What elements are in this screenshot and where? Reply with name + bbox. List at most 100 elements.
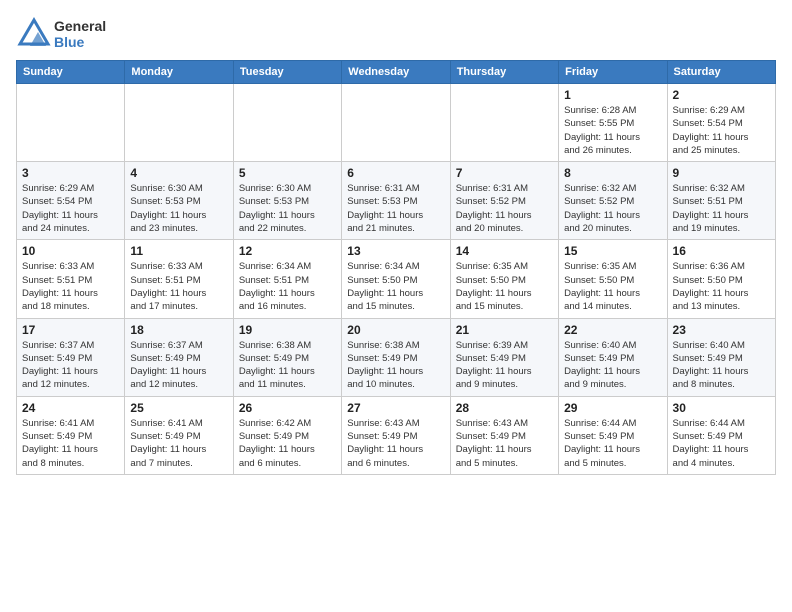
- logo: General Blue: [16, 16, 106, 52]
- day-info: Sunrise: 6:31 AM Sunset: 5:52 PM Dayligh…: [456, 182, 553, 235]
- calendar-day-cell: 14 Sunrise: 6:35 AM Sunset: 5:50 PM Dayli…: [450, 240, 558, 318]
- calendar-day-cell: 9 Sunrise: 6:32 AM Sunset: 5:51 PM Daylig…: [667, 162, 775, 240]
- day-info: Sunrise: 6:41 AM Sunset: 5:49 PM Dayligh…: [22, 417, 119, 470]
- calendar-day-cell: 11Sunrise: 6:33 AM Sunset: 5:51 PM Dayli…: [125, 240, 233, 318]
- day-number: 25: [130, 401, 227, 415]
- logo-blue-text: Blue: [54, 34, 106, 50]
- day-info: Sunrise: 6:43 AM Sunset: 5:49 PM Dayligh…: [347, 417, 444, 470]
- day-info: Sunrise: 6:44 AM Sunset: 5:49 PM Dayligh…: [564, 417, 661, 470]
- day-number: 17: [22, 323, 119, 337]
- calendar-day-cell: 27 Sunrise: 6:43 AM Sunset: 5:49 PM Dayli…: [342, 396, 450, 474]
- calendar-day-cell: 15Sunrise: 6:35 AM Sunset: 5:50 PM Dayli…: [559, 240, 667, 318]
- day-info: Sunrise: 6:43 AM Sunset: 5:49 PM Dayligh…: [456, 417, 553, 470]
- calendar-week-row: 24 Sunrise: 6:41 AM Sunset: 5:49 PM Dayli…: [17, 396, 776, 474]
- calendar-week-row: 1 Sunrise: 6:28 AM Sunset: 5:55 PM Daylig…: [17, 84, 776, 162]
- day-info: Sunrise: 6:36 AM Sunset: 5:50 PM Dayligh…: [673, 260, 770, 313]
- calendar-day-cell: 4 Sunrise: 6:30 AM Sunset: 5:53 PM Daylig…: [125, 162, 233, 240]
- day-info: Sunrise: 6:40 AM Sunset: 5:49 PM Dayligh…: [673, 339, 770, 392]
- calendar-day-cell: [17, 84, 125, 162]
- weekday-header-friday: Friday: [559, 61, 667, 84]
- day-number: 24: [22, 401, 119, 415]
- weekday-header-tuesday: Tuesday: [233, 61, 341, 84]
- logo-general-text: General: [54, 18, 106, 34]
- calendar-day-cell: 23 Sunrise: 6:40 AM Sunset: 5:49 PM Dayli…: [667, 318, 775, 396]
- day-info: Sunrise: 6:41 AM Sunset: 5:49 PM Dayligh…: [130, 417, 227, 470]
- day-info: Sunrise: 6:42 AM Sunset: 5:49 PM Dayligh…: [239, 417, 336, 470]
- day-number: 15: [564, 244, 661, 258]
- calendar-day-cell: [233, 84, 341, 162]
- calendar-day-cell: 16 Sunrise: 6:36 AM Sunset: 5:50 PM Dayli…: [667, 240, 775, 318]
- calendar-day-cell: 10Sunrise: 6:33 AM Sunset: 5:51 PM Dayli…: [17, 240, 125, 318]
- day-number: 1: [564, 88, 661, 102]
- day-info: Sunrise: 6:37 AM Sunset: 5:49 PM Dayligh…: [130, 339, 227, 392]
- day-number: 3: [22, 166, 119, 180]
- day-number: 26: [239, 401, 336, 415]
- day-number: 12: [239, 244, 336, 258]
- day-info: Sunrise: 6:28 AM Sunset: 5:55 PM Dayligh…: [564, 104, 661, 157]
- day-number: 22: [564, 323, 661, 337]
- calendar-day-cell: 25 Sunrise: 6:41 AM Sunset: 5:49 PM Dayli…: [125, 396, 233, 474]
- page-header: General Blue: [16, 16, 776, 52]
- calendar-table: SundayMondayTuesdayWednesdayThursdayFrid…: [16, 60, 776, 475]
- day-info: Sunrise: 6:37 AM Sunset: 5:49 PM Dayligh…: [22, 339, 119, 392]
- day-number: 19: [239, 323, 336, 337]
- calendar-day-cell: 19 Sunrise: 6:38 AM Sunset: 5:49 PM Dayli…: [233, 318, 341, 396]
- day-number: 4: [130, 166, 227, 180]
- weekday-header-thursday: Thursday: [450, 61, 558, 84]
- calendar-day-cell: 1 Sunrise: 6:28 AM Sunset: 5:55 PM Daylig…: [559, 84, 667, 162]
- calendar-day-cell: 8Sunrise: 6:32 AM Sunset: 5:52 PM Daylig…: [559, 162, 667, 240]
- day-info: Sunrise: 6:38 AM Sunset: 5:49 PM Dayligh…: [347, 339, 444, 392]
- day-info: Sunrise: 6:29 AM Sunset: 5:54 PM Dayligh…: [673, 104, 770, 157]
- day-info: Sunrise: 6:30 AM Sunset: 5:53 PM Dayligh…: [239, 182, 336, 235]
- calendar-day-cell: [125, 84, 233, 162]
- day-number: 7: [456, 166, 553, 180]
- calendar-day-cell: 5 Sunrise: 6:30 AM Sunset: 5:53 PM Daylig…: [233, 162, 341, 240]
- day-info: Sunrise: 6:33 AM Sunset: 5:51 PM Dayligh…: [130, 260, 227, 313]
- day-number: 18: [130, 323, 227, 337]
- calendar-day-cell: 18 Sunrise: 6:37 AM Sunset: 5:49 PM Dayli…: [125, 318, 233, 396]
- day-number: 9: [673, 166, 770, 180]
- logo-icon: [16, 16, 52, 52]
- calendar-day-cell: 3 Sunrise: 6:29 AM Sunset: 5:54 PM Daylig…: [17, 162, 125, 240]
- day-info: Sunrise: 6:33 AM Sunset: 5:51 PM Dayligh…: [22, 260, 119, 313]
- calendar-week-row: 3 Sunrise: 6:29 AM Sunset: 5:54 PM Daylig…: [17, 162, 776, 240]
- calendar-week-row: 10Sunrise: 6:33 AM Sunset: 5:51 PM Dayli…: [17, 240, 776, 318]
- day-info: Sunrise: 6:40 AM Sunset: 5:49 PM Dayligh…: [564, 339, 661, 392]
- calendar-day-cell: 2 Sunrise: 6:29 AM Sunset: 5:54 PM Daylig…: [667, 84, 775, 162]
- weekday-header-saturday: Saturday: [667, 61, 775, 84]
- calendar-day-cell: 13Sunrise: 6:34 AM Sunset: 5:50 PM Dayli…: [342, 240, 450, 318]
- day-info: Sunrise: 6:31 AM Sunset: 5:53 PM Dayligh…: [347, 182, 444, 235]
- day-info: Sunrise: 6:39 AM Sunset: 5:49 PM Dayligh…: [456, 339, 553, 392]
- weekday-header-wednesday: Wednesday: [342, 61, 450, 84]
- calendar-day-cell: [450, 84, 558, 162]
- day-info: Sunrise: 6:29 AM Sunset: 5:54 PM Dayligh…: [22, 182, 119, 235]
- day-number: 6: [347, 166, 444, 180]
- calendar-day-cell: 28 Sunrise: 6:43 AM Sunset: 5:49 PM Dayli…: [450, 396, 558, 474]
- day-info: Sunrise: 6:32 AM Sunset: 5:51 PM Dayligh…: [673, 182, 770, 235]
- day-number: 14: [456, 244, 553, 258]
- weekday-header-row: SundayMondayTuesdayWednesdayThursdayFrid…: [17, 61, 776, 84]
- day-info: Sunrise: 6:38 AM Sunset: 5:49 PM Dayligh…: [239, 339, 336, 392]
- calendar-day-cell: 24 Sunrise: 6:41 AM Sunset: 5:49 PM Dayli…: [17, 396, 125, 474]
- day-number: 28: [456, 401, 553, 415]
- day-number: 16: [673, 244, 770, 258]
- day-info: Sunrise: 6:30 AM Sunset: 5:53 PM Dayligh…: [130, 182, 227, 235]
- day-number: 5: [239, 166, 336, 180]
- calendar-day-cell: 20Sunrise: 6:38 AM Sunset: 5:49 PM Dayli…: [342, 318, 450, 396]
- calendar-day-cell: 7 Sunrise: 6:31 AM Sunset: 5:52 PM Daylig…: [450, 162, 558, 240]
- calendar-day-cell: 17 Sunrise: 6:37 AM Sunset: 5:49 PM Dayli…: [17, 318, 125, 396]
- calendar-day-cell: 21Sunrise: 6:39 AM Sunset: 5:49 PM Dayli…: [450, 318, 558, 396]
- day-number: 27: [347, 401, 444, 415]
- day-number: 2: [673, 88, 770, 102]
- day-number: 13: [347, 244, 444, 258]
- day-info: Sunrise: 6:44 AM Sunset: 5:49 PM Dayligh…: [673, 417, 770, 470]
- calendar-day-cell: [342, 84, 450, 162]
- day-info: Sunrise: 6:35 AM Sunset: 5:50 PM Dayligh…: [456, 260, 553, 313]
- weekday-header-sunday: Sunday: [17, 61, 125, 84]
- day-number: 23: [673, 323, 770, 337]
- calendar-week-row: 17 Sunrise: 6:37 AM Sunset: 5:49 PM Dayli…: [17, 318, 776, 396]
- weekday-header-monday: Monday: [125, 61, 233, 84]
- calendar-day-cell: 22 Sunrise: 6:40 AM Sunset: 5:49 PM Dayli…: [559, 318, 667, 396]
- calendar-day-cell: 12Sunrise: 6:34 AM Sunset: 5:51 PM Dayli…: [233, 240, 341, 318]
- calendar-day-cell: 30Sunrise: 6:44 AM Sunset: 5:49 PM Dayli…: [667, 396, 775, 474]
